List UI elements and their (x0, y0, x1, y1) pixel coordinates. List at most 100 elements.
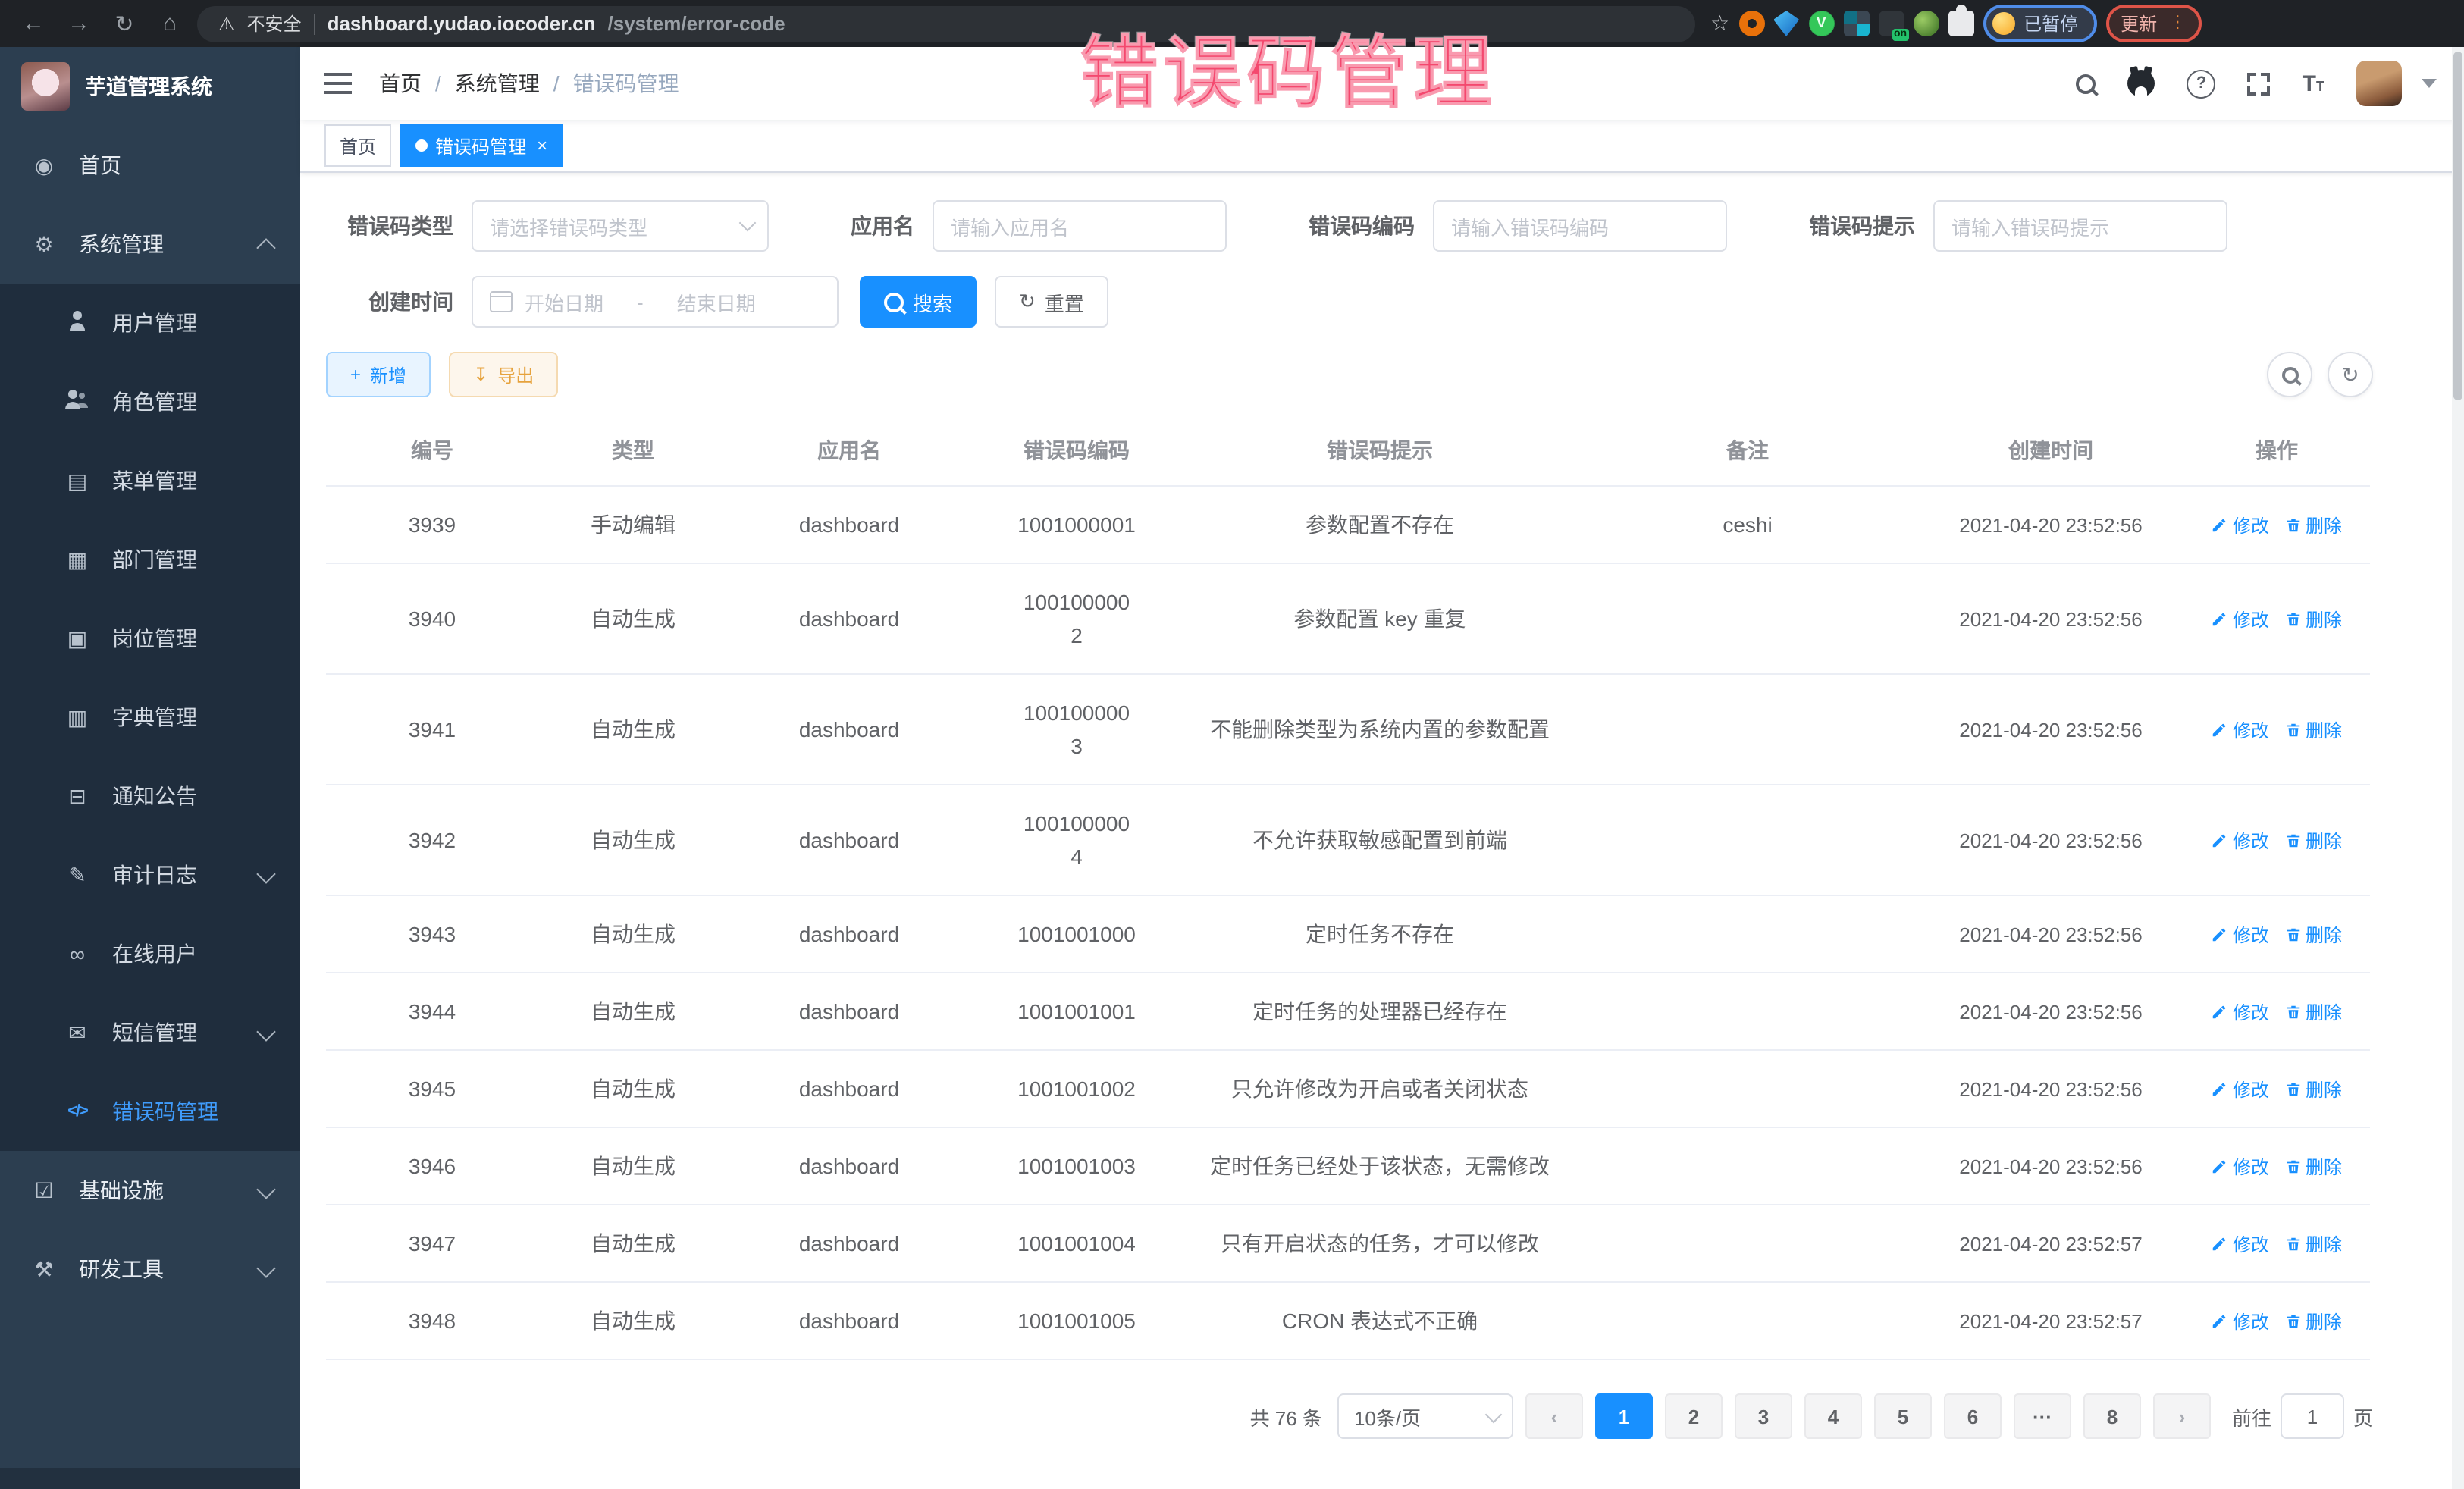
page-button-5[interactable]: 5 (1874, 1393, 1932, 1439)
next-page-button[interactable]: › (2153, 1393, 2211, 1439)
delete-link[interactable]: 删除 (2284, 606, 2342, 632)
search-icon[interactable] (2077, 74, 2096, 93)
error-code-input[interactable]: 请输入错误码编码 (1433, 200, 1727, 252)
sidebar-item-sms[interactable]: ✉ 短信管理 (0, 993, 300, 1072)
tags-view: 首页 错误码管理 × (300, 120, 2464, 173)
extension-icon-gem[interactable] (1773, 11, 1799, 36)
edit-link[interactable]: 修改 (2212, 921, 2269, 947)
error-type-select[interactable]: 请选择错误码类型 (472, 200, 769, 252)
sidebar-item-audit-log[interactable]: ✎ 审计日志 (0, 835, 300, 914)
cell-msg: 只允许修改为开启或者关闭状态 (1183, 1050, 1577, 1127)
edit-link[interactable]: 修改 (2212, 1308, 2269, 1334)
browser-profile-chip[interactable]: 已暂停 (1983, 5, 2096, 42)
browser-reload-icon[interactable]: ↻ (106, 10, 143, 37)
sidebar-item-departments[interactable]: ▦ 部门管理 (0, 520, 300, 599)
avatar-caret-icon[interactable] (2422, 79, 2437, 88)
page-button-3[interactable]: 3 (1735, 1393, 1792, 1439)
edit-link[interactable]: 修改 (2212, 827, 2269, 853)
help-icon[interactable]: ? (2187, 69, 2216, 98)
browser-update-button[interactable]: 更新 ⋮ (2105, 5, 2201, 42)
delete-link[interactable]: 删除 (2284, 1230, 2342, 1256)
extension-icon-green-v[interactable]: V (1808, 11, 1834, 36)
sidebar-item-dictionary[interactable]: ▥ 字典管理 (0, 678, 300, 757)
breadcrumb-home[interactable]: 首页 (379, 68, 422, 99)
delete-link[interactable]: 删除 (2284, 921, 2342, 947)
extension-icon-switch-on[interactable] (1878, 11, 1904, 36)
sidebar-item-menus[interactable]: ▤ 菜单管理 (0, 441, 300, 520)
browser-menu-kebab-icon[interactable]: ⋮ (2169, 20, 2186, 27)
hamburger-icon[interactable] (324, 73, 352, 94)
sidebar-item-notices[interactable]: ⊟ 通知公告 (0, 757, 300, 835)
page-size-select[interactable]: 10条/页 (1337, 1393, 1513, 1439)
sidebar-item-online-users[interactable]: ∞ 在线用户 (0, 914, 300, 993)
monitor-check-icon: ☑ (30, 1177, 58, 1203)
export-button[interactable]: ↧ 导出 (449, 352, 558, 397)
browser-home-icon[interactable]: ⌂ (152, 11, 188, 36)
bookmark-star-icon[interactable]: ☆ (1710, 11, 1729, 36)
error-msg-input[interactable]: 请输入错误码提示 (1933, 200, 2227, 252)
page-button-8[interactable]: 8 (2083, 1393, 2141, 1439)
search-button[interactable]: 搜索 (860, 276, 977, 328)
more-pages-button[interactable]: ··· (2014, 1393, 2071, 1439)
envelope-icon: ✉ (64, 1020, 91, 1045)
font-size-icon[interactable]: TT (2303, 72, 2324, 95)
tag-home[interactable]: 首页 (324, 124, 391, 167)
breadcrumb-separator: / (435, 71, 441, 96)
edit-link[interactable]: 修改 (2212, 606, 2269, 632)
sidebar-item-roles[interactable]: 角色管理 (0, 362, 300, 441)
browser-forward-icon[interactable]: → (61, 11, 97, 36)
sidebar-logo[interactable]: 芋道管理系统 (0, 47, 300, 126)
edit-link[interactable]: 修改 (2212, 716, 2269, 742)
toggle-search-button[interactable] (2267, 352, 2312, 397)
sidebar-item-posts[interactable]: ▣ 岗位管理 (0, 599, 300, 678)
sidebar-item-dev-tools[interactable]: ⚒ 研发工具 (0, 1230, 300, 1309)
edit-link[interactable]: 修改 (2212, 1230, 2269, 1256)
edit-link[interactable]: 修改 (2212, 998, 2269, 1024)
page-button-2[interactable]: 2 (1665, 1393, 1723, 1439)
delete-link[interactable]: 删除 (2284, 1076, 2342, 1102)
extensions-puzzle-icon[interactable] (1948, 11, 1973, 36)
sidebar-item-error-codes[interactable]: </> 错误码管理 (0, 1072, 300, 1151)
cell-type: 自动生成 (538, 1205, 728, 1282)
scrollbar-thumb[interactable] (2453, 52, 2462, 400)
browser-back-icon[interactable]: ← (15, 11, 52, 36)
user-avatar[interactable] (2356, 61, 2402, 106)
extension-icon-orange[interactable] (1738, 11, 1764, 36)
page-button-1[interactable]: 1 (1595, 1393, 1653, 1439)
fullscreen-icon[interactable] (2248, 72, 2271, 95)
delete-link[interactable]: 删除 (2284, 512, 2342, 538)
sidebar-item-infrastructure[interactable]: ☑ 基础设施 (0, 1151, 300, 1230)
sidebar-item-home[interactable]: ◉ 首页 (0, 126, 300, 205)
page-button-4[interactable]: 4 (1804, 1393, 1862, 1439)
cell-time: 2021-04-20 23:52:57 (1918, 1282, 2183, 1359)
sidebar-item-system[interactable]: ⚙ 系统管理 (0, 205, 300, 284)
reset-button[interactable]: ↻ 重置 (995, 276, 1108, 328)
edit-link[interactable]: 修改 (2212, 1153, 2269, 1179)
org-tree-icon: ▦ (64, 547, 91, 572)
delete-link[interactable]: 删除 (2284, 827, 2342, 853)
date-range-picker[interactable]: 开始日期 - 结束日期 (472, 276, 839, 328)
prev-page-button[interactable]: ‹ (1525, 1393, 1583, 1439)
page-button-6[interactable]: 6 (1944, 1393, 2002, 1439)
window-scrollbar[interactable] (2452, 47, 2464, 1489)
delete-link[interactable]: 删除 (2284, 1308, 2342, 1334)
refresh-table-button[interactable]: ↻ (2328, 352, 2373, 397)
breadcrumb-system[interactable]: 系统管理 (455, 68, 540, 99)
github-icon[interactable] (2128, 70, 2155, 97)
delete-link[interactable]: 删除 (2284, 716, 2342, 742)
edit-link[interactable]: 修改 (2212, 512, 2269, 538)
delete-link[interactable]: 删除 (2284, 998, 2342, 1024)
delete-link[interactable]: 删除 (2284, 1153, 2342, 1179)
pagination: 共 76 条 10条/页 ‹ 1 2 3 4 5 6 ··· 8 › (326, 1393, 2373, 1439)
close-icon[interactable]: × (537, 136, 547, 155)
cell-type: 自动生成 (538, 1127, 728, 1205)
cell-code: 100100000 3 (970, 674, 1183, 785)
goto-page-input[interactable]: 1 (2281, 1393, 2344, 1439)
app-name-input[interactable]: 请输入应用名 (933, 200, 1227, 252)
extension-icon-key[interactable] (1913, 11, 1939, 36)
extension-icon-grid[interactable] (1843, 11, 1869, 36)
add-button[interactable]: + 新增 (326, 352, 431, 397)
edit-link[interactable]: 修改 (2212, 1076, 2269, 1102)
tag-error-codes[interactable]: 错误码管理 × (400, 124, 563, 167)
sidebar-item-users[interactable]: 用户管理 (0, 284, 300, 362)
